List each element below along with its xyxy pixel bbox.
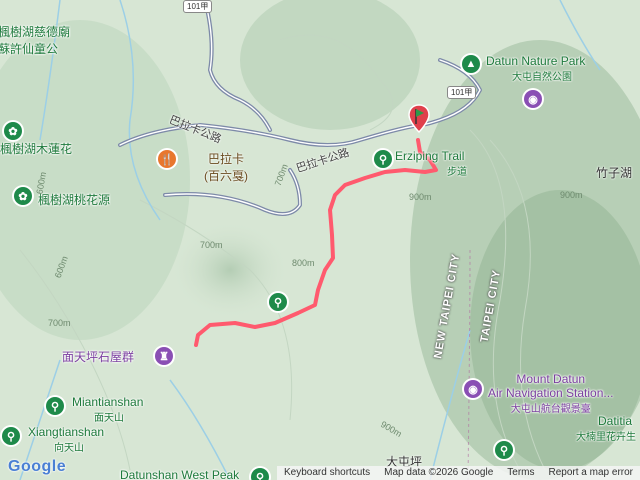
report-error-link[interactable]: Report a map error <box>542 466 640 480</box>
contour-label: 800m <box>292 258 315 268</box>
poi-fengshuhu-lotus[interactable]: 楓樹湖木蓮花 <box>0 140 72 157</box>
poi-sub: (百六戛) <box>204 169 248 183</box>
road-shield-101a: 101甲 <box>183 0 213 13</box>
poi-name: Miantianshan <box>72 395 144 409</box>
poi-name: Datun Nature Park <box>486 54 586 68</box>
landmark-icon[interactable]: ♜ <box>155 347 173 365</box>
poi-miantianshan[interactable]: Miantianshan 面天山 <box>72 395 143 424</box>
keyboard-shortcuts-link[interactable]: Keyboard shortcuts <box>277 466 377 480</box>
contour-label: 700m <box>200 240 223 250</box>
map-data-attribution: Map data ©2026 Google <box>384 467 494 478</box>
poi-sub: 面天山 <box>94 413 124 424</box>
mountain-icon[interactable]: ⚲ <box>495 441 513 459</box>
poi-balaka[interactable]: 巴拉卡 (百六戛) <box>204 150 248 184</box>
trail-icon[interactable]: ⚲ <box>269 293 287 311</box>
camera-icon[interactable]: ◉ <box>464 380 482 398</box>
terms-link[interactable]: Terms <box>500 466 541 480</box>
tree-icon[interactable]: ✿ <box>4 122 22 140</box>
poi-sub: 大屯山航台觀景臺 <box>510 404 591 415</box>
start-flag-marker[interactable] <box>408 104 430 134</box>
poi-name: 巴拉卡 <box>207 152 244 166</box>
map-footer: Keyboard shortcuts Map data ©2026 Google… <box>276 466 640 480</box>
poi-sub: 步道 <box>447 167 467 178</box>
poi-fengshuhu-peach[interactable]: 楓樹湖桃花源 <box>38 191 110 208</box>
road-shield-101a-east: 101甲 <box>447 86 477 99</box>
poi-name-line2: Air Navigation Station... <box>488 386 614 400</box>
mountain-icon[interactable]: ⚲ <box>251 468 269 480</box>
poi-datun-nature-park[interactable]: Datun Nature Park 大屯自然公園 <box>486 54 585 83</box>
poi-sub: 向天山 <box>54 443 84 454</box>
contour-label: 900m <box>409 192 432 202</box>
google-logo: Google <box>8 458 67 475</box>
camera-icon[interactable]: ◉ <box>524 90 542 108</box>
poi-line2: 蘇許仙童公 <box>0 42 59 56</box>
poi-datianzhuang[interactable]: Datitia <box>598 414 632 428</box>
poi-miantianping-stone[interactable]: 面天坪石屋群 <box>62 348 134 365</box>
mountain-icon[interactable]: ⚲ <box>46 397 64 415</box>
poi-name: Xiangtianshan <box>28 425 105 439</box>
poi-fengshuhu-temple[interactable]: 楓樹湖慈德廟 蘇許仙童公 <box>0 23 70 57</box>
poi-xiangtianshan[interactable]: Xiangtianshan 向天山 <box>28 425 104 454</box>
contour-label: 900m <box>560 190 583 200</box>
poi-air-nav-station[interactable]: Mount Datun Air Navigation Station... 大屯… <box>488 372 613 415</box>
place-zhuzihu[interactable]: 竹子湖 <box>596 164 632 181</box>
poi-line1: 楓樹湖慈德廟 <box>0 25 71 39</box>
poi-erziping-trail[interactable]: Erziping Trail 步道 <box>395 149 467 178</box>
poi-datianzhuang-sub: 大楠里花卉生 <box>576 432 636 443</box>
poi-name: Datitia <box>598 414 633 428</box>
poi-datun-west-peak[interactable]: Datunshan West Peak <box>120 468 239 480</box>
park-icon[interactable]: ▲ <box>462 55 480 73</box>
flag-icon <box>408 104 430 134</box>
poi-sub: 大屯自然公園 <box>512 72 572 83</box>
map-canvas[interactable]: 101甲 101甲 ▲ Datun Nature Park 大屯自然公園 ◉ ⚲… <box>0 0 640 480</box>
mountain-icon[interactable]: ⚲ <box>2 427 20 445</box>
contour-label: 700m <box>48 318 71 328</box>
flower-icon[interactable]: ✿ <box>14 187 32 205</box>
poi-name-line1: Mount Datun <box>516 372 586 386</box>
trail-icon[interactable]: ⚲ <box>374 150 392 168</box>
restaurant-icon[interactable]: 🍴 <box>158 150 176 168</box>
poi-name: Erziping Trail <box>395 149 465 163</box>
